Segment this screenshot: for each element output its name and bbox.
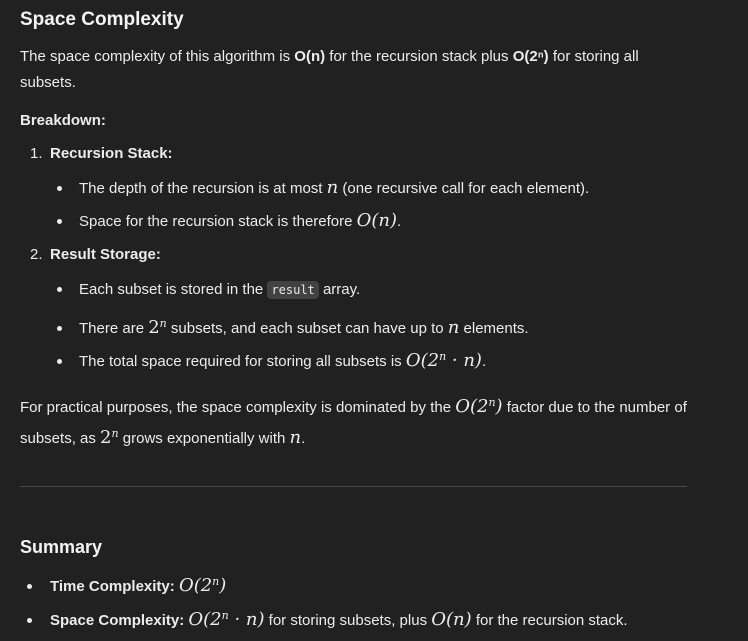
summary-text: for the recursion stack. [471,612,628,629]
intro-text: for the recursion stack plus [325,48,513,65]
bullet-text: subsets, and each subset can have up to [166,320,448,337]
item-number: 2. [30,246,43,263]
item-label: Result Storage: [50,246,161,263]
bullet-text: . [397,213,402,230]
bullet-text: (one recursive call for each element). [338,180,590,197]
math-on: O(n) [356,210,398,231]
bullet-text: The total space required for storing all… [79,353,406,370]
section-title-summary: Summary [20,537,103,557]
practical-paragraph: For practical purposes, the space comple… [20,390,690,452]
section-title-space-complexity: Space Complexity [20,9,184,30]
math-n: n [447,317,460,338]
bullet-text: Each subset is stored in the [79,281,268,298]
horizontal-divider [20,486,687,487]
item-label: Recursion Stack: [50,145,173,162]
math-sup-n: n [159,317,167,330]
bullet-dot [57,185,62,191]
intro-paragraph: The space complexity of this algorithm i… [20,44,690,96]
math-dot-n: · n) [228,609,265,630]
inline-code-result: result [267,281,319,299]
math-o2: O(2 [405,350,440,371]
bullet-text: elements. [459,320,529,337]
intro-bold-o2n: O(2ⁿ) [512,48,549,65]
bullet-dot [27,617,32,623]
bullet-dot [57,325,62,331]
math-2: 2 [148,317,160,338]
summary-item-time: Time Complexity: O(2n) [27,571,226,598]
para-text: grows exponentially with [118,430,290,447]
para-text: For practical purposes, the space comple… [20,399,456,416]
math-sup-n: n [221,609,229,622]
math-n: n [289,427,302,448]
bullet-result-array: Each subset is stored in the result arra… [57,279,360,301]
bullet-subset-count: There are 2n subsets, and each subset ca… [57,313,529,340]
ordered-item-result-storage: 2. Result Storage: [30,246,161,263]
summary-label: Space Complexity: [50,612,185,629]
bullet-text: array. [318,281,361,298]
math-o2: O(2 [178,575,213,596]
item-number: 1. [30,145,43,162]
math-o2: O(2 [188,609,222,630]
bullet-dot [27,583,32,589]
para-text: . [301,430,306,447]
breakdown-heading: Breakdown: [20,112,106,129]
math-sup-n: n [488,396,496,409]
bullet-dot [57,286,62,292]
bullet-text: Space for the recursion stack is therefo… [79,213,357,230]
summary-label: Time Complexity: [50,578,175,595]
bullet-recursion-depth: The depth of the recursion is at most n … [57,177,589,200]
bullet-text: There are [79,320,149,337]
summary-item-space: Space Complexity: O(2n · n) for storing … [27,605,628,632]
math-n: n [326,177,339,198]
bullet-dot [57,358,62,364]
summary-text: for storing subsets, plus [264,612,432,629]
math-close: ) [219,575,227,596]
bullet-dot [57,218,62,224]
intro-text: The space complexity of this algorithm i… [20,48,295,65]
ordered-item-recursion-stack: 1. Recursion Stack: [30,145,173,162]
bullet-total-space: The total space required for storing all… [57,346,486,373]
bullet-recursion-space: Space for the recursion stack is therefo… [57,210,401,233]
math-on: O(n) [431,609,472,630]
math-dot-n: · n) [446,350,482,371]
math-o2: O(2 [455,396,489,417]
intro-bold-on: O(n) [294,48,326,65]
bullet-text: The depth of the recursion is at most [79,180,327,197]
math-close: ) [495,396,503,417]
math-2: 2 [100,427,112,448]
document-page: Space Complexity The space complexity of… [0,0,748,641]
math-sup-n: n [111,427,119,440]
bullet-text: . [481,353,487,370]
